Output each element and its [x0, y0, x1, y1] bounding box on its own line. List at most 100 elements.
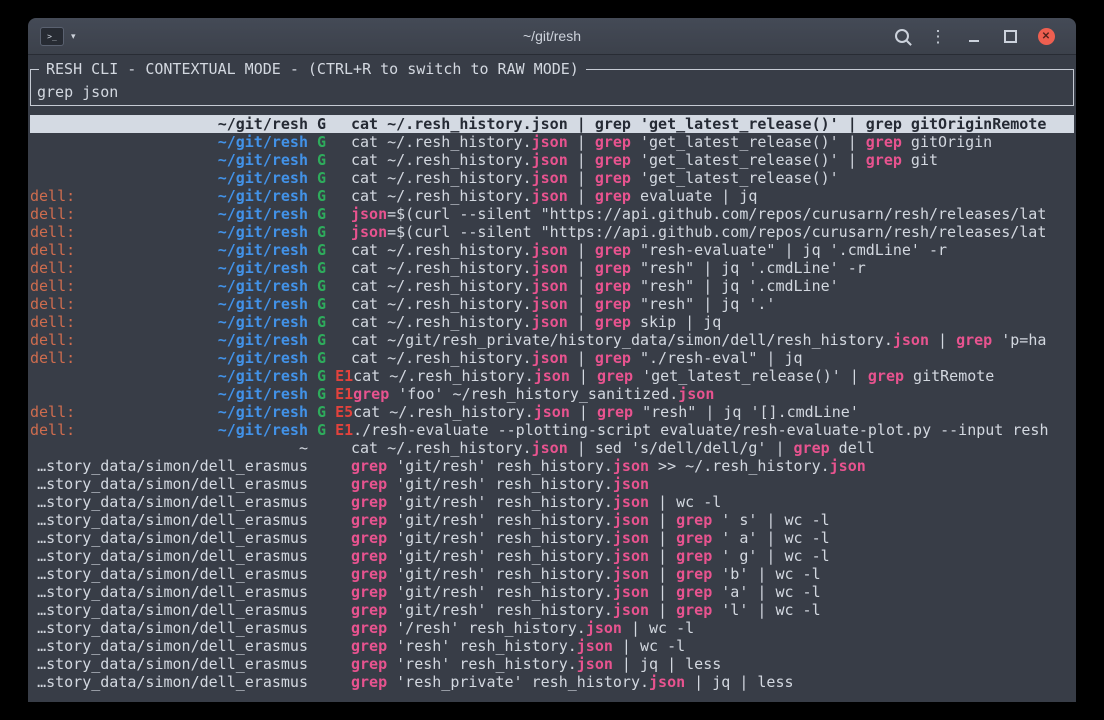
search-icon — [895, 29, 909, 43]
status-flags — [308, 493, 351, 511]
status-flags: G — [308, 259, 351, 277]
match-highlight: json — [532, 439, 568, 457]
status-flags: G E1 — [308, 421, 353, 439]
status-flags: G — [308, 205, 351, 223]
match-highlight: grep — [595, 259, 631, 277]
chevron-down-icon[interactable]: ▾ — [71, 31, 76, 42]
history-row[interactable]: …story_data/simon/dell_erasmusgrep 'git/… — [30, 529, 1074, 547]
history-row[interactable]: …story_data/simon/dell_erasmusgrep 'git/… — [30, 475, 1074, 493]
command-text: grep 'resh' resh_history.json | wc -l — [351, 637, 1074, 655]
history-row[interactable]: dell:~/git/reshG E1./resh-evaluate --plo… — [30, 421, 1074, 439]
history-row[interactable]: ~/git/reshG E1cat ~/.resh_history.json |… — [30, 367, 1074, 385]
match-highlight: grep — [595, 187, 631, 205]
history-row[interactable]: …story_data/simon/dell_erasmusgrep 'git/… — [30, 565, 1074, 583]
match-highlight: grep — [351, 511, 387, 529]
history-row[interactable]: dell:~/git/reshGjson=$(curl --silent "ht… — [30, 223, 1074, 241]
history-row[interactable]: …story_data/simon/dell_erasmusgrep 'resh… — [30, 673, 1074, 691]
status-flags: G — [308, 331, 351, 349]
match-highlight: grep — [351, 565, 387, 583]
status-flags: G — [308, 133, 351, 151]
host-label: dell: — [30, 187, 75, 205]
new-terminal-button[interactable]: >_ — [40, 27, 64, 46]
history-row[interactable]: ~/git/reshGcat ~/.resh_history.json | gr… — [30, 169, 1074, 187]
status-flags: G — [308, 349, 351, 367]
history-row[interactable]: dell:~/git/reshG E5cat ~/.resh_history.j… — [30, 403, 1074, 421]
history-row[interactable]: …story_data/simon/dell_erasmusgrep 'git/… — [30, 457, 1074, 475]
history-row[interactable]: dell:~/git/reshGcat ~/.resh_history.json… — [30, 277, 1074, 295]
directory-label: …story_data/simon/dell_erasmus — [37, 637, 308, 655]
history-row[interactable]: dell:~/git/reshGcat ~/.resh_history.json… — [30, 259, 1074, 277]
match-highlight: json — [532, 115, 568, 133]
history-row[interactable]: ~/git/reshGcat ~/.resh_history.json | gr… — [30, 115, 1074, 133]
directory-label: ~/git/resh — [218, 151, 308, 169]
match-highlight: json — [613, 457, 649, 475]
directory-label: ~/git/resh — [218, 187, 308, 205]
status-flags: G E1 — [308, 367, 353, 385]
history-row[interactable]: …story_data/simon/dell_erasmusgrep 'resh… — [30, 655, 1074, 673]
directory-label: ~/git/resh — [218, 133, 308, 151]
restore-button[interactable] — [992, 23, 1028, 49]
menu-button[interactable]: ⋮ — [920, 23, 956, 49]
minimize-button[interactable] — [956, 23, 992, 49]
history-row[interactable]: …story_data/simon/dell_erasmusgrep 'git/… — [30, 511, 1074, 529]
match-highlight: grep — [595, 277, 631, 295]
command-text: cat ~/.resh_history.json | sed 's/dell/d… — [351, 439, 1074, 457]
command-text: grep 'git/resh' resh_history.json | wc -… — [351, 493, 1074, 511]
error-flag: E5 — [335, 403, 353, 421]
command-text: cat ~/git/resh_private/history_data/simo… — [351, 331, 1074, 349]
history-row[interactable]: dell:~/git/reshGcat ~/.resh_history.json… — [30, 313, 1074, 331]
history-row[interactable]: …story_data/simon/dell_erasmusgrep 'git/… — [30, 583, 1074, 601]
history-row[interactable]: …story_data/simon/dell_erasmusgrep 'git/… — [30, 601, 1074, 619]
git-flag: G — [317, 169, 326, 187]
history-row[interactable]: ~/git/reshGcat ~/.resh_history.json | gr… — [30, 151, 1074, 169]
directory-label: …story_data/simon/dell_erasmus — [37, 457, 308, 475]
match-highlight: json — [613, 529, 649, 547]
terminal-screen: RESH CLI - CONTEXTUAL MODE - (CTRL+R to … — [28, 55, 1076, 702]
history-row[interactable]: ~/git/reshG E1grep 'foo' ~/resh_history_… — [30, 385, 1074, 403]
status-flags — [308, 583, 351, 601]
match-highlight: json — [577, 637, 613, 655]
match-highlight: json — [534, 367, 570, 385]
git-flag: G — [317, 187, 326, 205]
match-highlight: json — [649, 673, 685, 691]
history-row[interactable]: dell:~/git/reshGjson=$(curl --silent "ht… — [30, 205, 1074, 223]
error-flag: E1 — [335, 421, 353, 439]
restore-icon — [1004, 30, 1017, 43]
match-highlight: json — [613, 475, 649, 493]
history-row[interactable]: dell:~/git/reshGcat ~/.resh_history.json… — [30, 295, 1074, 313]
history-row[interactable]: ~cat ~/.resh_history.json | sed 's/dell/… — [30, 439, 1074, 457]
command-text: cat ~/.resh_history.json | grep "./resh-… — [351, 349, 1074, 367]
history-row[interactable]: dell:~/git/reshGcat ~/.resh_history.json… — [30, 187, 1074, 205]
history-list: ~/git/reshGcat ~/.resh_history.json | gr… — [30, 115, 1074, 691]
history-row[interactable]: …story_data/simon/dell_erasmusgrep 'git/… — [30, 547, 1074, 565]
match-highlight: json — [532, 133, 568, 151]
status-flags — [308, 547, 351, 565]
directory-label: …story_data/simon/dell_erasmus — [37, 511, 308, 529]
history-row[interactable]: dell:~/git/reshGcat ~/git/resh_private/h… — [30, 331, 1074, 349]
match-highlight: json — [532, 151, 568, 169]
history-row[interactable]: ~/git/reshGcat ~/.resh_history.json | gr… — [30, 133, 1074, 151]
history-row[interactable]: …story_data/simon/dell_erasmusgrep 'git/… — [30, 493, 1074, 511]
match-highlight: json — [613, 601, 649, 619]
match-highlight: json — [577, 655, 613, 673]
titlebar: >_ ▾ ~/git/resh ⋮ ✕ — [28, 18, 1076, 55]
status-flags: G — [308, 187, 351, 205]
history-row[interactable]: dell:~/git/reshGcat ~/.resh_history.json… — [30, 241, 1074, 259]
match-highlight: json — [613, 547, 649, 565]
command-text: grep 'git/resh' resh_history.json | grep… — [351, 547, 1074, 565]
history-row[interactable]: dell:~/git/reshGcat ~/.resh_history.json… — [30, 349, 1074, 367]
directory-label: ~/git/resh — [218, 223, 308, 241]
directory-label: ~/git/resh — [218, 367, 308, 385]
search-button[interactable] — [884, 23, 920, 49]
close-button[interactable]: ✕ — [1028, 23, 1064, 49]
match-highlight: json — [532, 313, 568, 331]
match-highlight: grep — [868, 367, 904, 385]
match-highlight: json — [586, 619, 622, 637]
command-text: grep 'git/resh' resh_history.json | grep… — [351, 601, 1074, 619]
match-highlight: grep — [676, 529, 712, 547]
match-highlight: json — [351, 223, 387, 241]
history-row[interactable]: …story_data/simon/dell_erasmusgrep '/res… — [30, 619, 1074, 637]
search-query-input[interactable]: grep json — [37, 83, 1067, 101]
match-highlight: grep — [595, 295, 631, 313]
history-row[interactable]: …story_data/simon/dell_erasmus grep 'resh… — [30, 637, 1074, 655]
